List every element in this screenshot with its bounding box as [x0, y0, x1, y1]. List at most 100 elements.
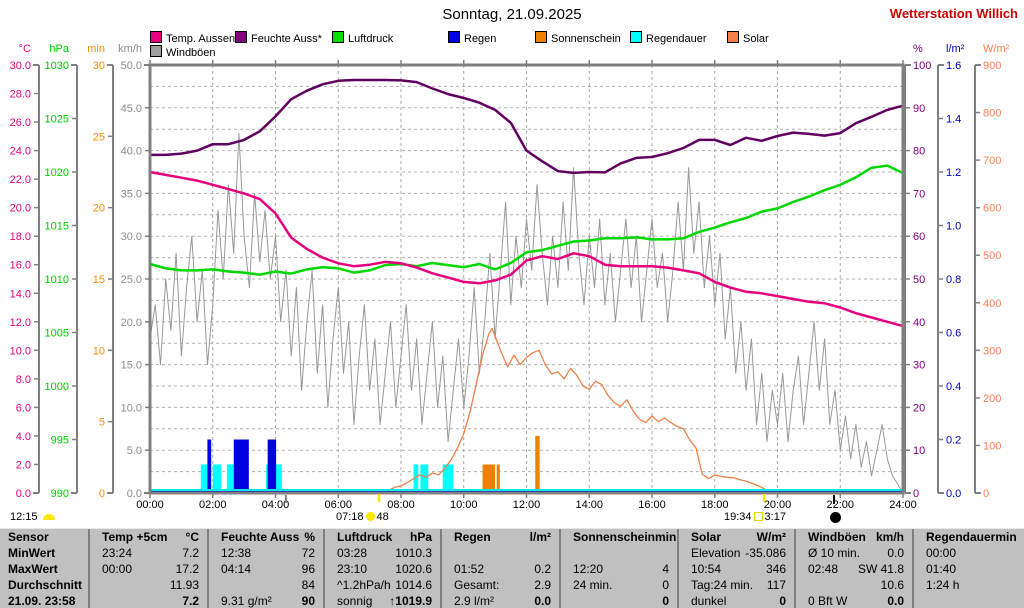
bars-sonnenschein [483, 436, 540, 493]
table-cell: Gesamt:2.9 [442, 577, 559, 593]
axis-: 1009080706050403020100% [905, 43, 931, 500]
svg-text:10: 10 [913, 445, 925, 457]
svg-text:06:00: 06:00 [324, 499, 352, 511]
svg-text:24.0: 24.0 [10, 146, 31, 158]
svg-text:16.0: 16.0 [10, 260, 31, 272]
svg-text:1000: 1000 [45, 381, 69, 393]
svg-text:900: 900 [983, 60, 1001, 72]
axis-min: 302520151050min [87, 43, 113, 500]
table-cell: 23:101020.6 [325, 561, 440, 577]
table-cell: 01:520.2 [442, 561, 559, 577]
svg-text:30.0: 30.0 [121, 231, 142, 243]
column-header: Feuchte Auss% [209, 529, 323, 545]
svg-text:15.0: 15.0 [121, 360, 142, 372]
svg-text:1015: 1015 [45, 221, 69, 233]
table-column-regen: Regenl/m² 01:520.2Gesamt:2.92.9 l/m²0.0 [440, 529, 559, 608]
svg-text:20.0: 20.0 [121, 317, 142, 329]
svg-text:1010: 1010 [45, 274, 69, 286]
svg-text:26.0: 26.0 [10, 117, 31, 129]
table-column-feuchte-auss: Feuchte Auss%12:387204:1496849.31 g/m²90 [207, 529, 323, 608]
table-cell: 2.9 l/m²0.0 [442, 593, 559, 608]
column-header: Regendauermin [914, 529, 1024, 545]
svg-text:0.0: 0.0 [16, 488, 31, 500]
table-cell: 01:40 [914, 561, 1024, 577]
table-cell: 00:0017.2 [90, 561, 207, 577]
svg-text:28.0: 28.0 [10, 89, 31, 101]
svg-text:600: 600 [983, 203, 1001, 215]
series-solar [382, 329, 777, 494]
daylength-time: 12:15 [10, 511, 38, 523]
svg-text:0: 0 [983, 488, 989, 500]
svg-text:6.0: 6.0 [16, 402, 31, 414]
svg-text:50: 50 [913, 274, 925, 286]
svg-text:0.4: 0.4 [946, 381, 961, 393]
axis-kmh: 50.045.040.035.030.025.020.015.010.05.00… [118, 43, 150, 500]
svg-text:70: 70 [913, 188, 925, 200]
svg-text:995: 995 [51, 435, 69, 447]
moon-icon [830, 512, 841, 523]
row-label: Durchschnitt [0, 577, 88, 593]
table-row-labels: SensorMinWertMaxWertDurchschnitt21.09. 2… [0, 529, 88, 608]
column-header: Temp +5cm°C [90, 529, 207, 545]
table-cell: 00:00 [914, 545, 1024, 561]
svg-text:0.6: 0.6 [946, 328, 961, 340]
table-column-sonnenschein: Sonnenscheinmin 12:20424 min.00 [559, 529, 677, 608]
table-cell: 03:281010.3 [325, 545, 440, 561]
svg-text:16:00: 16:00 [638, 499, 666, 511]
table-cell: 24 min.0 [561, 577, 677, 593]
svg-text:700: 700 [983, 155, 1001, 167]
table-cell: 1:24 h [914, 577, 1024, 593]
sunrise-value: 48 [377, 511, 389, 523]
svg-text:1005: 1005 [45, 328, 69, 340]
svg-text:4.0: 4.0 [16, 431, 31, 443]
svg-text:1.6: 1.6 [946, 60, 961, 72]
table-cell: 9.31 g/m²90 [209, 593, 323, 608]
sunset-marker: 19:343:17 [724, 511, 786, 523]
svg-text:W/m²: W/m² [983, 43, 1010, 55]
column-header: Regenl/m² [442, 529, 559, 545]
svg-text:20: 20 [93, 203, 105, 215]
svg-text:l/m²: l/m² [946, 43, 965, 55]
svg-text:40.0: 40.0 [121, 146, 142, 158]
svg-text:1025: 1025 [45, 114, 69, 126]
svg-text:40: 40 [913, 317, 925, 329]
weather-dashboard: Sonntag, 21.09.2025 Wetterstation Willic… [0, 0, 1024, 608]
sunrise-marker: 07:1848 [336, 511, 389, 523]
table-cell: sonnig↑1019.9 [325, 593, 440, 608]
svg-text:1030: 1030 [45, 60, 69, 72]
svg-text:35.0: 35.0 [121, 188, 142, 200]
column-header: LuftdruckhPa [325, 529, 440, 545]
weather-chart: 30.028.026.024.022.020.018.016.014.012.0… [0, 0, 1024, 530]
column-header: Windböenkm/h [796, 529, 912, 545]
svg-text:1.4: 1.4 [946, 114, 961, 126]
axis-hPa: 1030102510201015101010051000995990hPa [45, 43, 77, 500]
series-temp-aussen [150, 172, 903, 326]
svg-text:12.0: 12.0 [10, 317, 31, 329]
table-cell: 12:3872 [209, 545, 323, 561]
table-column-temp-5cm: Temp +5cm°C23:247.200:0017.211.937.2 [88, 529, 207, 608]
table-cell: Ø 10 min.0.0 [796, 545, 912, 561]
table-cell: 10:54346 [679, 561, 794, 577]
svg-text:18.0: 18.0 [10, 231, 31, 243]
svg-text:10: 10 [93, 345, 105, 357]
table-cell [914, 593, 1024, 608]
svg-text:20:00: 20:00 [764, 499, 792, 511]
table-cell: dunkel0 [679, 593, 794, 608]
sunset-icon [754, 512, 763, 521]
halfsun-icon [43, 514, 55, 520]
svg-text:hPa: hPa [49, 43, 69, 55]
svg-text:400: 400 [983, 298, 1001, 310]
table-cell: 04:1496 [209, 561, 323, 577]
svg-text:1020: 1020 [45, 167, 69, 179]
table-column-luftdruck: LuftdruckhPa03:281010.323:101020.6^1.2hP… [323, 529, 440, 608]
svg-text:1.2: 1.2 [946, 167, 961, 179]
table-cell: 12:204 [561, 561, 677, 577]
table-column-windb-en: Windböenkm/hØ 10 min.0.002:48SW 41.810.6… [794, 529, 912, 608]
table-cell: Elevation-35.086 [679, 545, 794, 561]
table-cell: 0 [561, 593, 677, 608]
svg-text:30.0: 30.0 [10, 60, 31, 72]
table-column-solar: SolarW/m²Elevation-35.08610:54346Tag:24 … [677, 529, 794, 608]
svg-text:0: 0 [99, 488, 105, 500]
column-header: Sonnenscheinmin [561, 529, 677, 545]
svg-text:20: 20 [913, 402, 925, 414]
